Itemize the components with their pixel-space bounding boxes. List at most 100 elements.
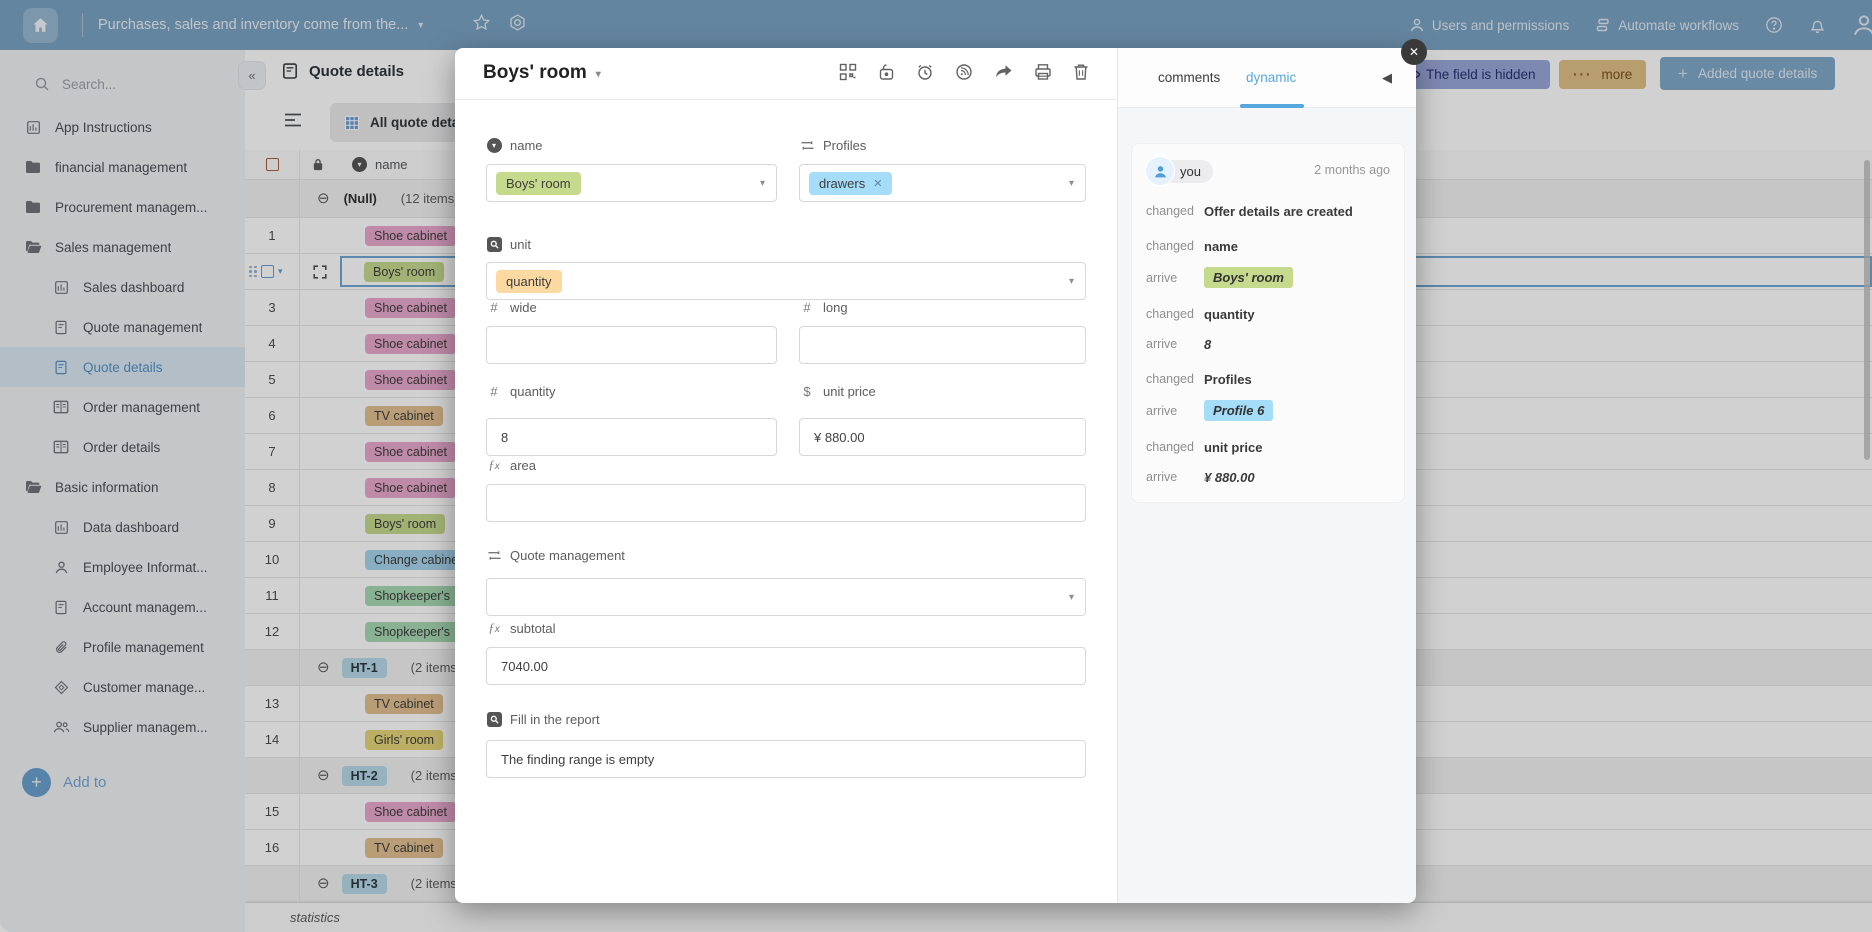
feed-entry: changed quantity (1146, 305, 1390, 323)
feed-value: ¥ 880.00 (1204, 469, 1255, 485)
feed-value: Boys' room (1204, 267, 1293, 288)
feed-entry: changed Profiles (1146, 370, 1390, 388)
select-field-icon: ▾ (486, 137, 502, 153)
feed-value: Profile 6 (1204, 400, 1274, 421)
field-tag: Boys' room (496, 171, 581, 195)
record-title-dropdown[interactable]: Boys' room ▾ (483, 62, 601, 84)
field-label-text: Quote management (510, 547, 625, 563)
field-label-text: unit price (823, 383, 876, 399)
field-label-unit-price: $ unit price (799, 382, 1086, 400)
alarm-icon[interactable] (916, 63, 934, 81)
link-field-icon (486, 549, 502, 562)
field-input-subtotal[interactable]: 7040.00 (486, 647, 1086, 685)
field-label-text: name (510, 137, 543, 153)
field-input-profiles[interactable]: drawers ✕ ▾ (799, 164, 1086, 202)
number-field-icon: # (490, 383, 498, 399)
feed-action: arrive (1146, 270, 1178, 285)
activity-feed-card: you 2 months ago changed Offer details ar… (1131, 143, 1405, 503)
feed-entry: arrive ¥ 880.00 (1146, 468, 1390, 486)
feed-entry: arrive Profile 6 (1146, 400, 1390, 421)
field-label-text: wide (510, 299, 537, 315)
chevron-down-icon: ▾ (1068, 177, 1074, 189)
field-label-text: unit (510, 236, 531, 252)
share-icon[interactable] (994, 63, 1013, 81)
field-label-text: long (823, 299, 848, 315)
field-label-long: # long (799, 298, 1086, 316)
link-field-icon (799, 139, 815, 152)
field-input-wide[interactable] (486, 326, 777, 364)
chevron-down-icon: ▾ (595, 69, 601, 80)
record-title: Boys' room (483, 62, 587, 83)
user-avatar-icon (1146, 157, 1174, 185)
field-label-quantity: # quantity (486, 382, 777, 400)
active-tab-indicator (1240, 104, 1304, 108)
app-root: Purchases, sales and inventory come from… (0, 0, 1872, 932)
feed-header: you 2 months ago (1146, 157, 1390, 185)
record-dialog: ▾ name Boys' room ▾ Profiles drawers ✕ ▾ unit qua… (455, 48, 1416, 903)
chevron-down-icon: ▾ (1068, 591, 1074, 603)
lock-icon[interactable] (878, 63, 895, 81)
field-input-long[interactable] (799, 326, 1086, 364)
field-input-fill-in-the-report[interactable]: The finding range is empty (486, 740, 1086, 778)
field-label-text: Fill in the report (510, 711, 600, 727)
qr-code-icon[interactable] (839, 63, 857, 81)
field-label-wide: # wide (486, 298, 777, 316)
feed-value: quantity (1204, 306, 1255, 322)
field-value: 8 (501, 429, 509, 445)
field-label-unit: unit (486, 235, 1086, 253)
field-tag: quantity (496, 269, 562, 293)
record-detail-modal: ▾ name Boys' room ▾ Profiles drawers ✕ ▾ unit qua… (455, 48, 1117, 903)
feed-action: arrive (1146, 403, 1178, 418)
close-button[interactable]: ✕ (1401, 39, 1427, 65)
lookup-field-icon (486, 236, 502, 252)
record-fields: ▾ name Boys' room ▾ Profiles drawers ✕ ▾ unit qua… (455, 48, 1117, 903)
field-input-unit-price[interactable]: ¥ 880.00 (799, 418, 1086, 456)
field-input-unit[interactable]: quantity ▾ (486, 262, 1086, 300)
printer-icon[interactable] (1034, 63, 1052, 81)
feed-value: Profiles (1204, 371, 1252, 387)
field-label-subtotal: ƒx subtotal (486, 619, 1086, 637)
tab-comments[interactable]: comments (1158, 70, 1220, 85)
chevron-down-icon: ▾ (1068, 275, 1074, 287)
broadcast-icon[interactable] (955, 63, 973, 81)
field-value: The finding range is empty (501, 751, 655, 767)
field-label-text: Profiles (823, 137, 867, 153)
field-input-quote-management[interactable]: ▾ (486, 578, 1086, 616)
feed-entry: changed unit price (1146, 438, 1390, 456)
trash-icon[interactable] (1073, 63, 1089, 81)
number-field-icon: # (803, 299, 811, 315)
lookup-field-icon (486, 711, 502, 727)
field-input-area[interactable] (486, 484, 1086, 522)
field-input-quantity[interactable]: 8 (486, 418, 777, 456)
field-label-name: ▾ name (486, 136, 777, 154)
remove-tag-icon[interactable]: ✕ (873, 177, 882, 190)
field-label-profiles: Profiles (799, 136, 1086, 154)
activity-panel: comments dynamic ◀ you 2 months ago chan… (1117, 48, 1416, 903)
field-label-text: subtotal (510, 620, 556, 636)
feed-action: arrive (1146, 337, 1178, 351)
feed-value: unit price (1204, 439, 1263, 455)
chevron-down-icon: ▾ (759, 177, 765, 189)
modal-header: Boys' room ▾ (455, 48, 1117, 100)
feed-entry: changed name (1146, 237, 1390, 255)
feed-value: name (1204, 238, 1238, 254)
feed-value: 8 (1204, 336, 1212, 352)
currency-field-icon: $ (803, 383, 811, 399)
activity-tabs: comments dynamic ◀ (1118, 48, 1416, 108)
field-label-text: quantity (510, 383, 556, 399)
field-value: ¥ 880.00 (814, 429, 865, 445)
formula-field-icon: ƒx (488, 620, 500, 635)
collapse-panel-icon[interactable]: ◀ (1382, 70, 1392, 86)
timestamp: 2 months ago (1314, 163, 1390, 177)
field-input-name[interactable]: Boys' room ▾ (486, 164, 777, 202)
feed-entry: arrive 8 (1146, 335, 1390, 353)
feed-entry: changed Offer details are created (1146, 202, 1390, 220)
feed-action: arrive (1146, 470, 1178, 484)
field-tag: drawers ✕ (809, 171, 893, 195)
tab-dynamic[interactable]: dynamic (1246, 70, 1296, 85)
number-field-icon: # (490, 299, 498, 315)
field-label-area: ƒx area (486, 456, 1086, 474)
feed-value: Offer details are created (1204, 203, 1353, 219)
formula-field-icon: ƒx (488, 457, 500, 472)
feed-action: changed (1146, 307, 1194, 321)
